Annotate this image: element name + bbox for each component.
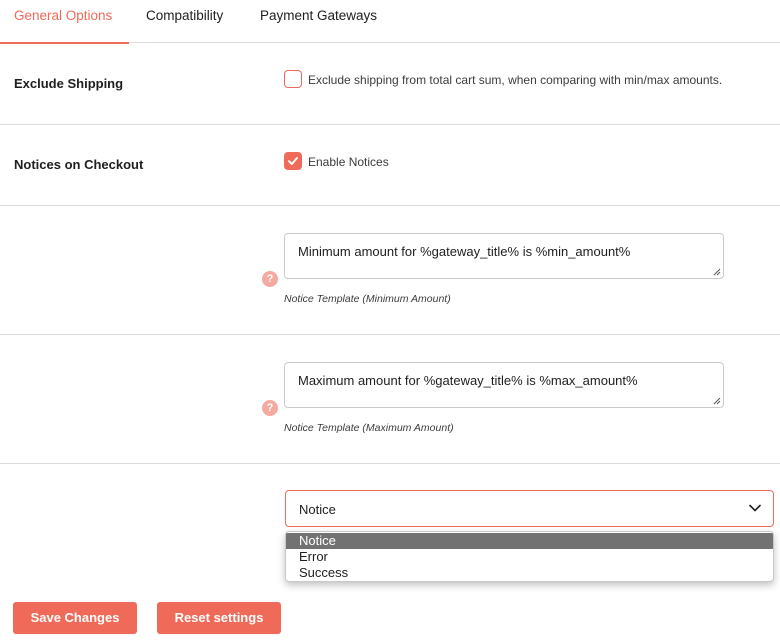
min-amount-template-caption: Notice Template (Minimum Amount) [284,293,451,305]
tab-compatibility[interactable]: Compatibility [146,0,223,43]
chevron-down-icon [749,504,761,512]
tab-general-options[interactable]: General Options [0,0,130,44]
notices-on-checkout-label: Notices on Checkout [14,157,144,172]
notice-type-selected-value: Notice [299,502,336,517]
tab-payment-gateways[interactable]: Payment Gateways [260,0,377,43]
enable-notices-checkbox-label[interactable]: Enable Notices [308,155,389,169]
divider [0,205,780,206]
dropdown-option-error[interactable]: Error [286,549,773,565]
enable-notices-checkbox[interactable] [284,152,302,170]
max-amount-template-value: Maximum amount for %gateway_title% is %m… [298,373,638,388]
check-icon [288,157,298,165]
notice-type-select[interactable]: Notice [285,490,774,527]
dropdown-option-notice[interactable]: Notice [286,533,773,549]
resize-handle-icon[interactable] [713,397,721,405]
help-icon[interactable]: ? [262,400,278,416]
divider [0,463,780,464]
dropdown-option-success[interactable]: Success [286,565,773,581]
save-changes-button[interactable]: Save Changes [13,602,137,634]
min-amount-template-textarea[interactable]: Minimum amount for %gateway_title% is %m… [284,233,724,279]
notice-type-dropdown: Notice Error Success [285,531,774,582]
max-amount-template-caption: Notice Template (Maximum Amount) [284,422,454,434]
help-icon[interactable]: ? [262,271,278,287]
reset-settings-button[interactable]: Reset settings [157,602,281,634]
exclude-shipping-checkbox[interactable] [284,70,302,88]
divider [0,334,780,335]
resize-handle-icon[interactable] [713,268,721,276]
tab-bar: General Options Compatibility Payment Ga… [0,0,780,44]
exclude-shipping-checkbox-label[interactable]: Exclude shipping from total cart sum, wh… [308,73,722,87]
divider [0,124,780,125]
max-amount-template-textarea[interactable]: Maximum amount for %gateway_title% is %m… [284,362,724,408]
exclude-shipping-label: Exclude Shipping [14,76,124,91]
min-amount-template-value: Minimum amount for %gateway_title% is %m… [298,244,631,259]
